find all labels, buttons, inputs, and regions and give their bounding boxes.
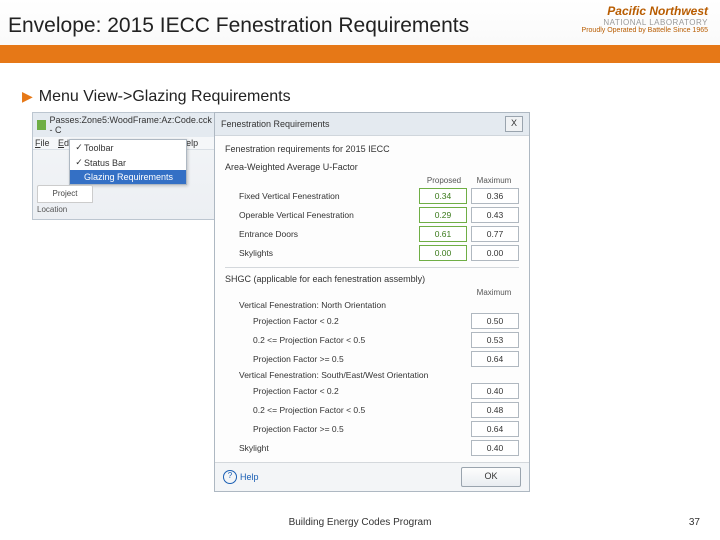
proposed-value: 0.29 [419, 207, 467, 223]
app-screenshot-region: Passes:Zone5:WoodFrame:Az:Code.cck - C F… [32, 112, 530, 494]
location-label: Location [37, 205, 67, 214]
ok-button[interactable]: OK [461, 467, 521, 487]
help-icon: ? [223, 470, 237, 484]
view-dropdown[interactable]: ✓Toolbar ✓Status Bar Glazing Requirement… [69, 139, 187, 185]
app-icon [37, 120, 46, 130]
help-link[interactable]: ? Help [223, 470, 259, 484]
dropdown-statusbar[interactable]: ✓Status Bar [70, 155, 186, 170]
max-value: 0.64 [471, 421, 519, 437]
slide-title: Envelope: 2015 IECC Fenestration Require… [8, 14, 469, 38]
bullet-line: ▶ Menu View->Glazing Requirements [22, 88, 291, 106]
table-row: Projection Factor >= 0.50.64 [225, 351, 519, 367]
help-label: Help [240, 472, 259, 482]
fenestration-dialog: Fenestration Requirements X Fenestration… [214, 112, 530, 492]
check-icon: ✓ [74, 142, 84, 153]
proposed-value: 0.61 [419, 226, 467, 242]
max-value: 0.77 [471, 226, 519, 242]
table-row: Projection Factor < 0.20.40 [225, 383, 519, 399]
dialog-title-text: Fenestration Requirements [221, 119, 330, 129]
col-maximum: Maximum [469, 288, 519, 297]
dropdown-glazing[interactable]: Glazing Requirements [70, 170, 186, 184]
dropdown-toolbar[interactable]: ✓Toolbar [70, 140, 186, 155]
dialog-header-text: Fenestration requirements for 2015 IECC [225, 144, 519, 154]
divider [225, 267, 519, 268]
ufactor-section-title: Area-Weighted Average U-Factor [225, 162, 519, 172]
max-value: 0.43 [471, 207, 519, 223]
max-value: 0.40 [471, 440, 519, 456]
col-maximum: Maximum [469, 176, 519, 185]
group-row: Vertical Fenestration: North Orientation [225, 300, 519, 310]
max-value: 0.40 [471, 383, 519, 399]
logo-line2: NATIONAL LABORATORY [582, 18, 708, 27]
max-value: 0.50 [471, 313, 519, 329]
shgc-section-title: SHGC (applicable for each fenestration a… [225, 274, 519, 284]
group-row: Vertical Fenestration: South/East/West O… [225, 370, 519, 380]
table-row: Skylight0.40 [225, 440, 519, 456]
max-value: 0.00 [471, 245, 519, 261]
dialog-title-bar: Fenestration Requirements X [215, 113, 529, 136]
max-value: 0.64 [471, 351, 519, 367]
window-title-bar: Passes:Zone5:WoodFrame:Az:Code.cck - C [33, 113, 221, 137]
proposed-value: 0.00 [419, 245, 467, 261]
slide-footer: Building Energy Codes Program [0, 517, 720, 528]
proposed-value: 0.34 [419, 188, 467, 204]
orange-band [0, 45, 720, 63]
logo-line3: Proudly Operated by Battelle Since 1965 [582, 27, 708, 34]
table-row: Projection Factor >= 0.50.64 [225, 421, 519, 437]
col-proposed: Proposed [419, 176, 469, 185]
table-row: Fixed Vertical Fenestration0.340.36 [225, 188, 519, 204]
close-button[interactable]: X [505, 116, 523, 132]
page-number: 37 [689, 517, 700, 528]
check-icon: ✓ [74, 157, 84, 168]
table-row: Entrance Doors0.610.77 [225, 226, 519, 242]
shgc-column-headers: Maximum [225, 288, 519, 297]
project-tab[interactable]: Project [37, 185, 93, 203]
table-row: Projection Factor < 0.20.50 [225, 313, 519, 329]
dialog-footer: ? Help OK [215, 462, 529, 491]
bullet-arrow-icon: ▶ [22, 88, 33, 104]
table-row: 0.2 <= Projection Factor < 0.50.48 [225, 402, 519, 418]
window-title-text: Passes:Zone5:WoodFrame:Az:Code.cck - C [49, 115, 217, 135]
slide-header: Envelope: 2015 IECC Fenestration Require… [0, 0, 720, 63]
lab-logo: Pacific Northwest NATIONAL LABORATORY Pr… [582, 4, 708, 34]
menu-file[interactable]: FFileile [35, 138, 50, 148]
max-value: 0.48 [471, 402, 519, 418]
table-row: Operable Vertical Fenestration0.290.43 [225, 207, 519, 223]
max-value: 0.53 [471, 332, 519, 348]
table-row: 0.2 <= Projection Factor < 0.50.53 [225, 332, 519, 348]
table-row: Skylights0.000.00 [225, 245, 519, 261]
bullet-text: Menu View->Glazing Requirements [39, 88, 291, 105]
dialog-body: Fenestration requirements for 2015 IECC … [215, 136, 529, 467]
app-main-window: Passes:Zone5:WoodFrame:Az:Code.cck - C F… [32, 112, 222, 220]
max-value: 0.36 [471, 188, 519, 204]
logo-line1: Pacific Northwest [582, 4, 708, 18]
ufactor-column-headers: Proposed Maximum [225, 176, 519, 185]
